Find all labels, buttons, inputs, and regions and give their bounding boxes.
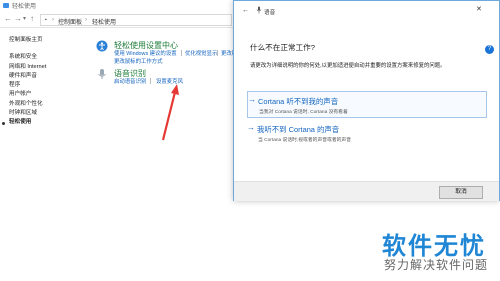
microphone-icon bbox=[256, 6, 262, 14]
option-title: 我听不到 Cortana 的声音 bbox=[257, 125, 340, 134]
option-title: Cortana 听不到我的声音 bbox=[258, 97, 339, 106]
dialog-description: 请更改为详细说明的你的何处,以更加适进便自动并重要的设置方案来修复的问题。 bbox=[250, 63, 446, 69]
arrow-right-icon: → bbox=[247, 123, 255, 132]
help-icon[interactable]: ? bbox=[485, 45, 494, 54]
watermark-tagline: 努力解决软件问题 bbox=[384, 258, 489, 272]
back-arrow-icon[interactable]: ← bbox=[242, 7, 249, 14]
arrow-right-icon: → bbox=[248, 95, 256, 104]
speech-dialog: ✕ ← 语音 什么不在正常工作? 请更改为详细说明的你的何处,以更加适进便自动并… bbox=[233, 0, 500, 201]
option-subtitle: 当我对 Cortana 说话时, Cortana 没有看着 bbox=[259, 110, 348, 115]
option-cannot-hear-cortana[interactable]: → 我听不到 Cortana 的声音 当 Cortana 说话时,视或者的声音或… bbox=[247, 120, 485, 145]
cancel-button[interactable]: 取消 bbox=[439, 186, 483, 199]
option-subtitle: 当 Cortana 说话时,视或者的声音或者的声音 bbox=[258, 138, 352, 143]
option-cortana-cannot-hear[interactable]: → Cortana 听不到我的声音 当我对 Cortana 说话时, Corta… bbox=[247, 91, 487, 118]
dialog-title: 语音 bbox=[264, 10, 276, 16]
dialog-question: 什么不在正常工作? bbox=[250, 43, 315, 52]
dialog-footer: 取消 bbox=[234, 181, 499, 201]
close-icon[interactable]: ✕ bbox=[476, 5, 482, 13]
